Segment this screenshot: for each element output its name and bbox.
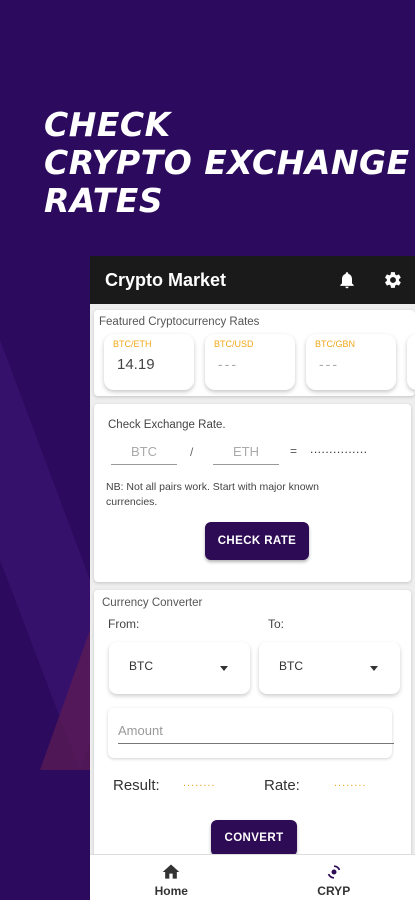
result-label: Result: (113, 777, 160, 794)
rate-tile-btc-eth[interactable]: BTC/ETH 14.19 (104, 334, 194, 390)
app-screen: Crypto Market Featured Cryptocurrency Ra… (90, 256, 415, 900)
headline-line-3: RATES (44, 181, 164, 220)
pair-separator: / (190, 445, 194, 459)
nav-item-cryp[interactable]: CRYP (253, 855, 415, 900)
rate-pair: BTC/USD (214, 339, 254, 349)
to-currency-select[interactable]: BTC (259, 642, 400, 694)
gear-icon[interactable] (383, 270, 403, 290)
check-rate-button[interactable]: CHECK RATE (205, 522, 309, 560)
from-currency-input[interactable]: BTC (111, 438, 177, 465)
converter-title: Currency Converter (102, 597, 203, 609)
crypto-icon (327, 864, 340, 879)
headline-line-2: CRYPTO EXCHANGE (44, 143, 410, 182)
to-label: To: (268, 617, 285, 631)
amount-field-container (108, 708, 394, 758)
headline-line-1: CHECK (44, 105, 171, 144)
rate-pair: BTC/ETH (113, 339, 152, 349)
nav-label-cryp: CRYP (317, 883, 351, 898)
rate-value: ........ (334, 777, 367, 789)
equals-sign: = (290, 444, 298, 458)
bottom-navigation: Home CRYP (90, 854, 415, 900)
nav-label-home: Home (154, 883, 188, 898)
exchange-note: NB: Not all pairs work. Start with major… (106, 481, 319, 508)
rate-tile-btc-usd[interactable]: BTC/USD --- (205, 334, 295, 390)
home-icon (162, 864, 180, 879)
dropdown-caret-icon (370, 666, 378, 671)
to-currency-value: BTC (279, 659, 303, 673)
rate-tile-btc-gbn[interactable]: BTC/GBN --- (306, 334, 396, 390)
featured-title: Featured Cryptocurrency Rates (99, 316, 260, 328)
from-label: From: (108, 617, 140, 631)
rate-value: --- (319, 356, 339, 372)
app-bar: Crypto Market (90, 256, 415, 304)
nav-item-home[interactable]: Home (90, 855, 253, 900)
featured-rates-card: Featured Cryptocurrency Rates BTC/ETH 14… (94, 310, 415, 396)
rate-value: 14.19 (117, 356, 155, 373)
currency-converter-card: Currency Converter From: To: BTC BTC Res… (94, 590, 411, 880)
dropdown-caret-icon (220, 666, 228, 671)
from-currency-value: BTC (129, 659, 153, 673)
main-content: Featured Cryptocurrency Rates BTC/ETH 14… (90, 304, 415, 880)
app-title: Crypto Market (105, 269, 227, 290)
amount-input[interactable] (118, 718, 394, 744)
rate-tile-partial[interactable] (407, 334, 415, 390)
from-currency-select[interactable]: BTC (109, 642, 250, 694)
result-value: ........ (183, 777, 216, 789)
rate-label: Rate: (264, 777, 300, 794)
rate-pair: BTC/GBN (315, 339, 356, 349)
to-currency-input[interactable]: ETH (213, 438, 279, 465)
bell-icon[interactable] (337, 270, 357, 290)
exchange-title: Check Exchange Rate. (108, 419, 226, 431)
exchange-rate-card: Check Exchange Rate. BTC / ETH = .......… (94, 404, 411, 582)
promo-headline: CHECK CRYPTO EXCHANGE RATES (44, 106, 410, 220)
convert-button[interactable]: CONVERT (211, 820, 297, 856)
rate-value: --- (218, 356, 238, 372)
exchange-result: ............... (310, 442, 368, 456)
